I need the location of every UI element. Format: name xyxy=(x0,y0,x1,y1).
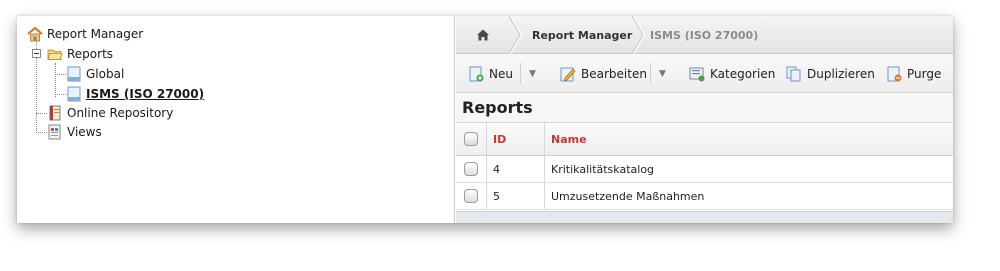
new-button[interactable]: Neu xyxy=(468,54,513,93)
row-select-cell[interactable] xyxy=(456,156,487,182)
toolbar-label: Duplizieren xyxy=(807,66,875,81)
tree-line xyxy=(36,113,47,114)
column-header-id[interactable]: ID xyxy=(487,123,545,155)
row-name: Kritikalitätskatalog xyxy=(551,162,655,176)
breadcrumb-separator xyxy=(509,16,523,54)
grid-footer xyxy=(456,211,953,223)
content-panel: Report Manager ISMS (ISO 27000) Neu ▼ Be… xyxy=(456,16,953,223)
row-id: 5 xyxy=(487,183,545,209)
chevron-down-icon: ▼ xyxy=(659,68,666,79)
collapse-toggle[interactable] xyxy=(32,49,41,58)
toolbar-label: Bearbeiten xyxy=(581,66,647,81)
tree-label: Report Manager xyxy=(47,27,144,41)
report-icon xyxy=(67,66,81,82)
column-header-name[interactable]: Name xyxy=(545,123,953,155)
breadcrumb-separator xyxy=(632,16,646,54)
row-name: Umzusetzende Maßnahmen xyxy=(551,189,705,203)
report-manager-window: Report Manager Reports Global ISMS (ISO … xyxy=(17,16,953,223)
home-icon xyxy=(27,26,43,42)
purge-icon xyxy=(887,66,902,81)
tree-label: Online Repository xyxy=(67,106,174,120)
purge-button[interactable]: Purge xyxy=(886,54,941,93)
new-document-icon xyxy=(469,66,484,81)
repository-book-icon xyxy=(49,105,61,121)
breadcrumb-home[interactable] xyxy=(476,16,498,54)
views-icon xyxy=(48,124,61,140)
edit-pencil-icon xyxy=(560,67,576,81)
categories-button[interactable]: Kategorien xyxy=(689,54,775,93)
tree-node-reports[interactable]: Reports xyxy=(47,45,113,63)
breadcrumb-current: ISMS (ISO 27000) xyxy=(650,28,759,42)
tree-label: Views xyxy=(67,125,102,139)
navigation-tree: Report Manager Reports Global ISMS (ISO … xyxy=(17,16,455,223)
reports-grid: ID Name 4 Kritikalitätskatalog 5 Umzuset… xyxy=(456,123,953,210)
tree-line xyxy=(55,74,66,75)
select-all-cell[interactable] xyxy=(456,123,487,155)
row-id: 4 xyxy=(487,156,545,182)
row-select-cell[interactable] xyxy=(456,183,487,209)
tree-node-global[interactable]: Global xyxy=(66,65,124,83)
tree-label: Global xyxy=(86,67,125,81)
toolbar-label: Kategorien xyxy=(710,66,776,81)
breadcrumb: Report Manager ISMS (ISO 27000) xyxy=(456,16,953,54)
tree-label-selected: ISMS (ISO 27000) xyxy=(86,87,205,101)
table-row[interactable]: 5 Umzusetzende Maßnahmen xyxy=(456,183,953,210)
panel-title: Reports xyxy=(456,93,953,123)
categories-icon xyxy=(689,67,705,81)
toolbar-label: Neu xyxy=(489,66,513,81)
report-icon xyxy=(67,86,81,102)
toolbar-separator xyxy=(650,63,651,84)
duplicate-icon xyxy=(786,66,801,81)
edit-dropdown-caret[interactable]: ▼ xyxy=(659,54,666,93)
chevron-down-icon: ▼ xyxy=(529,68,536,79)
toolbar-label: Purge xyxy=(907,66,942,81)
toolbar: Neu ▼ Bearbeiten ▼ Kategorien Dupliziere… xyxy=(456,54,953,93)
new-dropdown-caret[interactable]: ▼ xyxy=(529,54,536,93)
tree-node-online-repository[interactable]: Online Repository xyxy=(47,104,173,122)
grid-header-row: ID Name xyxy=(456,123,953,156)
row-checkbox[interactable] xyxy=(464,162,478,176)
home-icon xyxy=(477,29,489,41)
tree-label: Reports xyxy=(67,47,114,61)
duplicate-button[interactable]: Duplizieren xyxy=(786,54,875,93)
tree-line xyxy=(36,132,47,133)
folder-open-icon xyxy=(47,49,63,60)
row-checkbox[interactable] xyxy=(464,189,478,203)
breadcrumb-item[interactable]: Report Manager xyxy=(532,16,632,54)
tree-node-report-manager[interactable]: Report Manager xyxy=(27,25,143,43)
tree-line xyxy=(55,94,66,95)
tree-node-views[interactable]: Views xyxy=(47,123,102,141)
toolbar-separator xyxy=(520,63,521,84)
tree-line xyxy=(55,63,56,97)
tree-node-isms[interactable]: ISMS (ISO 27000) xyxy=(66,85,204,103)
select-all-checkbox[interactable] xyxy=(464,132,478,146)
edit-button[interactable]: Bearbeiten xyxy=(560,54,647,93)
table-row[interactable]: 4 Kritikalitätskatalog xyxy=(456,156,953,183)
